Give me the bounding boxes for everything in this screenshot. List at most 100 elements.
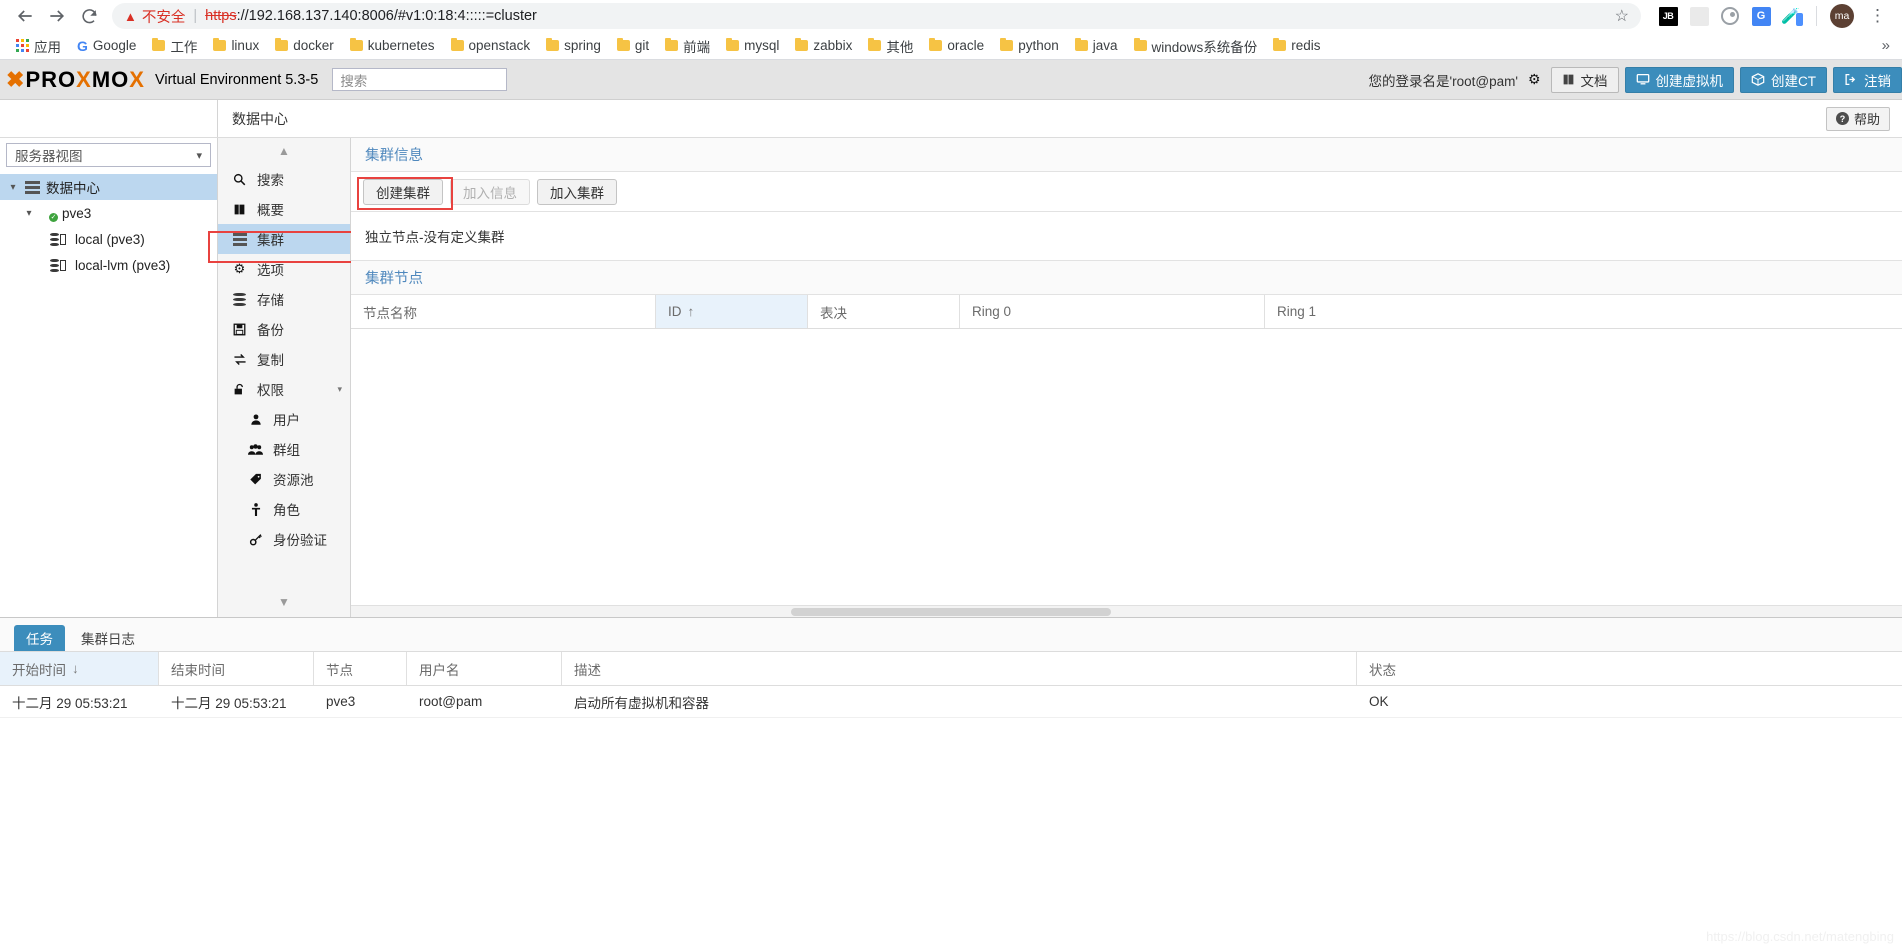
google-translate-icon[interactable]: G	[1750, 5, 1772, 27]
nav-item-backup[interactable]: 备份	[218, 314, 350, 344]
nav-item-roles[interactable]: 角色	[218, 494, 350, 524]
gear-icon: ⚙	[233, 261, 246, 276]
three-dot-menu-icon[interactable]: ⋮	[1863, 7, 1892, 25]
role-person-icon	[248, 502, 263, 516]
tab-tasks[interactable]: 任务	[14, 625, 65, 651]
tree-item-local-lvm[interactable]: local-lvm (pve3)	[0, 252, 217, 278]
bookmark-gongzuo[interactable]: 工作	[144, 34, 205, 58]
column-header-end-time[interactable]: 结束时间	[159, 652, 314, 685]
docs-button[interactable]: 文档	[1550, 66, 1619, 93]
bookmark-kubernetes[interactable]: kubernetes	[342, 36, 443, 55]
column-header-vote[interactable]: 表决	[808, 295, 960, 328]
folder-icon	[1074, 38, 1088, 51]
tab-cluster-log[interactable]: 集群日志	[69, 625, 147, 651]
bookmark-label: kubernetes	[367, 38, 435, 53]
table-row[interactable]: 十二月 29 05:53:21 十二月 29 05:53:21 pve3 roo…	[0, 686, 1902, 718]
chevron-down-icon[interactable]: ▾	[337, 384, 342, 395]
bookmark-qianduan[interactable]: 前端	[657, 34, 718, 58]
bookmark-apps[interactable]: 应用	[8, 34, 69, 58]
column-header-username[interactable]: 用户名	[407, 652, 562, 685]
bookmark-label: java	[1092, 38, 1118, 53]
join-cluster-label: 加入集群	[550, 185, 604, 201]
nav-item-replication[interactable]: 复制	[218, 344, 350, 374]
bookmark-linux[interactable]: linux	[205, 36, 267, 55]
cluster-status-text: 独立节点-没有定义集群	[351, 212, 1902, 261]
horizontal-scrollbar[interactable]	[351, 605, 1902, 617]
nav-item-storage[interactable]: 存储	[218, 284, 350, 314]
create-cluster-button[interactable]: 创建集群	[363, 178, 443, 205]
column-header-ring1[interactable]: Ring 1	[1265, 295, 1570, 328]
search-input[interactable]: 搜索	[332, 68, 508, 91]
column-header-node[interactable]: 节点	[314, 652, 407, 685]
tree-item-local[interactable]: local (pve3)	[0, 226, 217, 252]
nav-item-groups[interactable]: 群组	[218, 434, 350, 464]
nav-item-permissions[interactable]: 权限 ▾	[218, 374, 350, 404]
gray-extension-icon[interactable]	[1688, 5, 1710, 27]
expand-arrow-icon[interactable]: ▾	[6, 182, 20, 193]
tree-item-pve3[interactable]: ▾ ✓ pve3	[0, 200, 217, 226]
reload-icon[interactable]	[74, 1, 104, 31]
nav-item-pools[interactable]: 资源池	[218, 464, 350, 494]
column-header-id[interactable]: ID ↑	[656, 295, 808, 328]
column-header-node-name[interactable]: 节点名称	[351, 295, 656, 328]
join-information-button[interactable]: 加入信息	[450, 178, 530, 205]
nav-item-users[interactable]: 用户	[218, 404, 350, 434]
tree-item-datacenter[interactable]: ▾ 数据中心	[0, 174, 217, 200]
bookmark-openstack[interactable]: openstack	[443, 36, 539, 55]
column-header-start-time[interactable]: 开始时间 ↓	[0, 652, 159, 685]
cell-username: root@pam	[419, 694, 483, 709]
jetbrains-extension-icon[interactable]: JB	[1657, 5, 1679, 27]
chevron-up-icon[interactable]: ▲	[218, 138, 350, 164]
nav-item-options[interactable]: ⚙ 选项	[218, 254, 350, 284]
circle-extension-icon[interactable]	[1719, 5, 1741, 27]
join-cluster-button[interactable]: 加入集群	[537, 178, 617, 205]
create-cluster-label: 创建集群	[376, 185, 430, 201]
bookmark-label: git	[634, 38, 650, 53]
folder-icon	[152, 38, 166, 51]
column-header-ring0[interactable]: Ring 0	[960, 295, 1265, 328]
bookmark-label: windows系统备份	[1151, 39, 1258, 55]
nav-item-summary[interactable]: 概要	[218, 194, 350, 224]
bookmark-python[interactable]: python	[992, 36, 1067, 55]
expand-arrow-icon[interactable]: ▾	[22, 208, 36, 219]
bookmark-star-icon[interactable]: ☆	[1605, 6, 1629, 26]
bookmark-zabbix[interactable]: zabbix	[787, 36, 860, 55]
nav-item-search[interactable]: 搜索	[218, 164, 350, 194]
bookmark-google[interactable]: G Google	[69, 36, 144, 55]
create-ct-label: 创建CT	[1771, 73, 1816, 89]
bookmark-java[interactable]: java	[1067, 36, 1126, 55]
bookmark-mysql[interactable]: mysql	[718, 36, 787, 55]
bookmark-docker[interactable]: docker	[267, 36, 342, 55]
bookmark-qita[interactable]: 其他	[860, 34, 921, 58]
tab-label: 集群日志	[81, 632, 135, 647]
chevron-down-icon[interactable]: ▼	[218, 587, 350, 617]
cell-node: pve3	[326, 694, 356, 709]
address-bar[interactable]: ▲ 不安全 | https://192.168.137.140:8006/#v1…	[112, 3, 1641, 29]
bookmark-label: zabbix	[813, 38, 853, 53]
breadcrumb-row: 数据中心 ? 帮助	[0, 100, 1902, 138]
column-label: 描述	[574, 662, 601, 678]
create-ct-button[interactable]: 创建CT	[1740, 66, 1827, 93]
nav-item-cluster[interactable]: 集群	[218, 224, 350, 254]
insecure-warning-icon: ▲	[124, 8, 137, 24]
bookmark-spring[interactable]: spring	[538, 36, 609, 55]
bookmarks-overflow-icon[interactable]: »	[1882, 37, 1894, 54]
forward-arrow-icon[interactable]	[42, 1, 72, 31]
nav-item-authentication[interactable]: 身份验证	[218, 524, 350, 554]
column-header-status[interactable]: 状态	[1357, 652, 1657, 685]
help-button[interactable]: ? 帮助	[1825, 106, 1890, 131]
column-header-description[interactable]: 描述	[562, 652, 1357, 685]
bookmark-oracle[interactable]: oracle	[921, 36, 992, 55]
bookmark-windows-backup[interactable]: windows系统备份	[1126, 34, 1266, 58]
create-vm-button[interactable]: 创建虚拟机	[1624, 66, 1734, 93]
view-selector[interactable]: 服务器视图 ▾	[6, 143, 211, 167]
eyedropper-extension-icon[interactable]: 🧪	[1781, 5, 1803, 27]
logout-button[interactable]: 注销	[1833, 66, 1902, 93]
scrollbar-thumb[interactable]	[791, 608, 1111, 616]
back-arrow-icon[interactable]	[10, 1, 40, 31]
gear-icon[interactable]: ⚙	[1524, 71, 1545, 88]
bookmark-git[interactable]: git	[609, 36, 657, 55]
folder-icon	[275, 38, 289, 51]
avatar[interactable]: ma	[1830, 4, 1854, 28]
bookmark-redis[interactable]: redis	[1265, 36, 1328, 55]
